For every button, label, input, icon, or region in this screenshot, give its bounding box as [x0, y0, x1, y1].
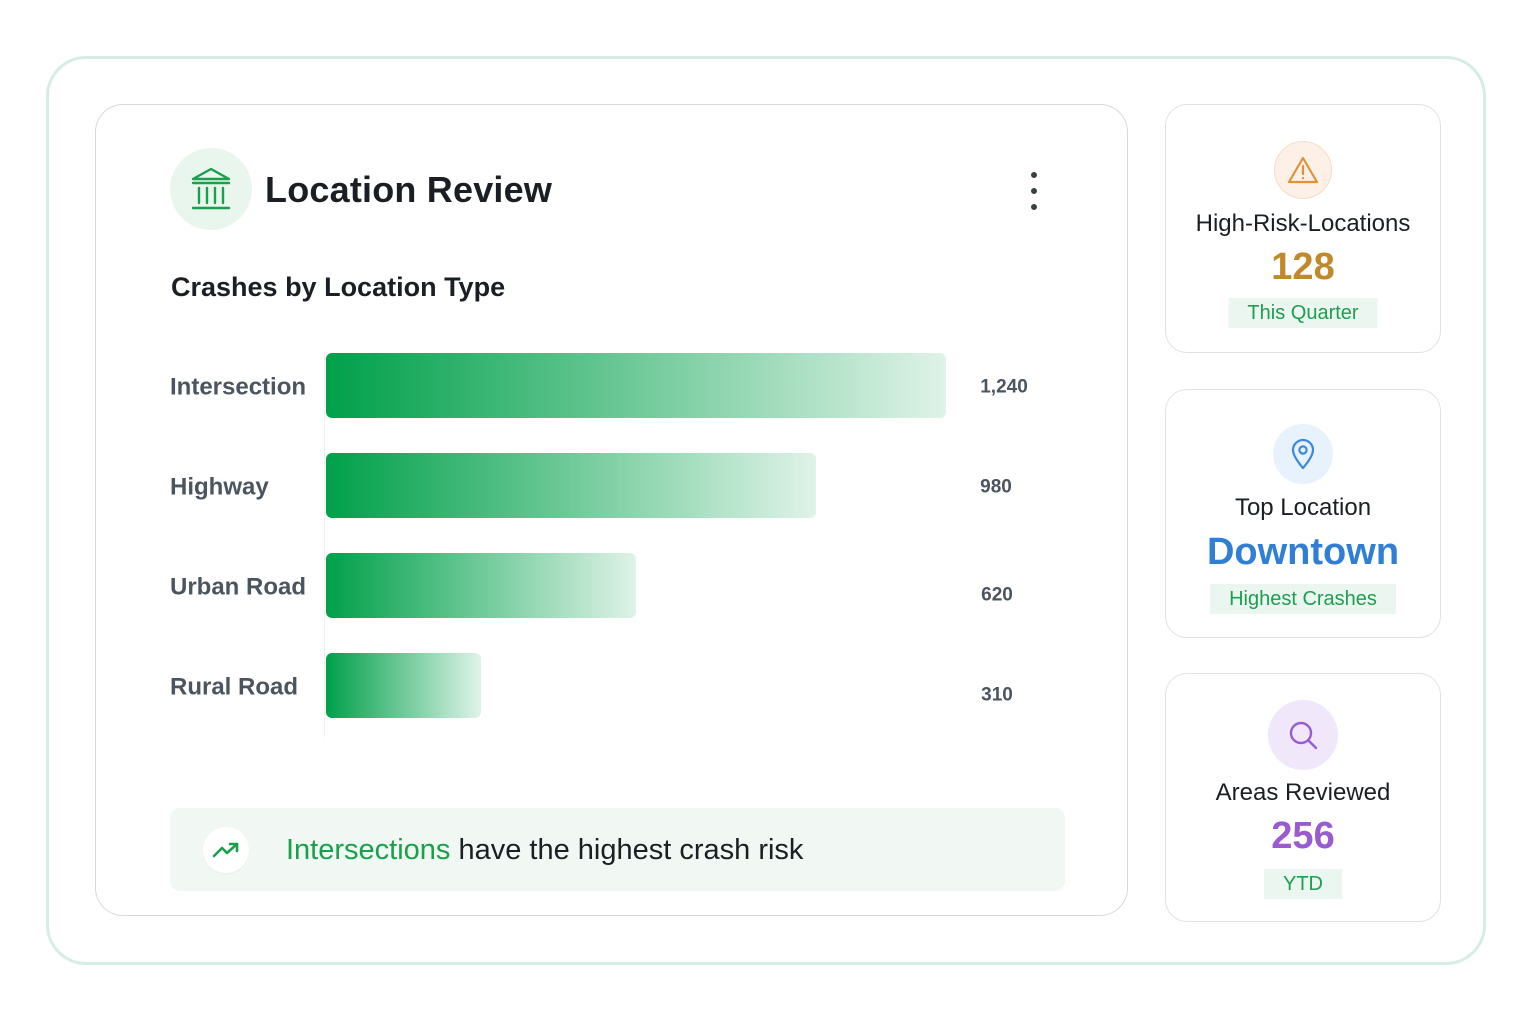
- areas-reviewed-card[interactable]: Areas Reviewed 256 YTD: [1165, 673, 1441, 922]
- high-risk-locations-card[interactable]: High-Risk-Locations 128 This Quarter: [1165, 104, 1441, 353]
- bank-icon: [191, 167, 231, 210]
- trending-up-icon: [212, 842, 239, 858]
- chart-title: Crashes by Location Type: [171, 272, 506, 302]
- more-options-button[interactable]: [1020, 172, 1048, 210]
- map-pin-icon: [1291, 438, 1315, 470]
- stat-label: Areas Reviewed: [1215, 779, 1391, 806]
- stat-label: Top Location: [1234, 494, 1372, 521]
- warning-icon-badge: [1274, 141, 1332, 199]
- stat-value: 128: [1271, 246, 1335, 288]
- search-icon-badge: [1268, 700, 1338, 770]
- more-vertical-icon: [1031, 204, 1037, 210]
- insight-highlight: Intersections: [286, 834, 451, 866]
- search-icon: [1289, 721, 1318, 750]
- chart-axis: [324, 352, 325, 737]
- stat-value: Downtown: [1206, 531, 1400, 573]
- top-location-card[interactable]: Top Location Downtown Highest Crashes: [1165, 389, 1441, 638]
- stat-value: 256: [1271, 815, 1335, 857]
- insight-message: have the highest crash risk: [450, 834, 804, 866]
- page-title: Location Review: [265, 169, 553, 210]
- insight-icon-badge: [203, 827, 249, 873]
- more-vertical-icon: [1031, 172, 1037, 178]
- stat-badge: This Quarter: [1228, 298, 1378, 328]
- map-pin-icon-badge: [1273, 424, 1333, 484]
- stat-badge: Highest Crashes: [1210, 584, 1396, 614]
- warning-icon: [1287, 156, 1319, 184]
- header-icon-badge: [170, 148, 252, 230]
- stat-badge: YTD: [1264, 869, 1342, 899]
- stat-label: High-Risk-Locations: [1195, 210, 1411, 237]
- location-review-card: [95, 104, 1128, 916]
- more-vertical-icon: [1031, 188, 1037, 194]
- insight-text: Intersections have the highest crash ris…: [286, 832, 803, 868]
